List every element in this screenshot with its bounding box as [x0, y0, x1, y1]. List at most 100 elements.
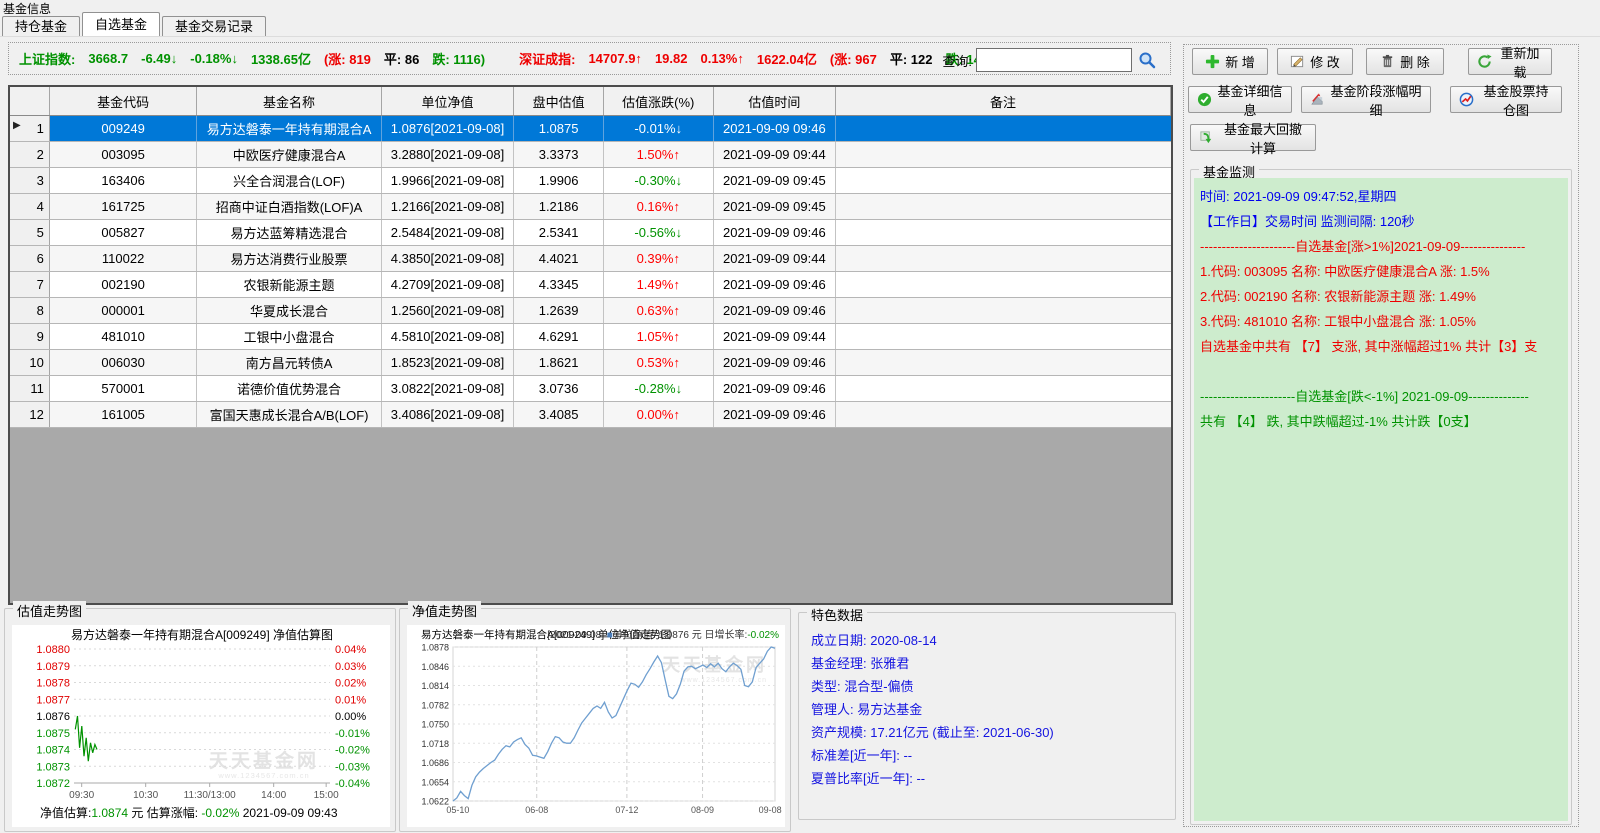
svg-text:1.0622: 1.0622 — [421, 797, 449, 807]
column-header-estimate-time[interactable]: 估值时间 — [714, 87, 837, 115]
index-info-bar: 上证指数: 3668.7 -6.49↓ -0.18%↓ 1338.65亿 (涨:… — [8, 42, 1171, 75]
svg-text:1.0782: 1.0782 — [421, 700, 449, 710]
svg-text:1.0718: 1.0718 — [421, 739, 449, 749]
monitor-line: 【工作日】交易时间 监测间隔: 120秒 — [1200, 214, 1415, 229]
reload-button[interactable]: 重新加载 — [1468, 46, 1552, 80]
column-header-row-selector[interactable] — [10, 87, 50, 115]
remark-cell — [836, 220, 1171, 245]
modify-fund-button[interactable]: 修 改 — [1277, 48, 1353, 75]
column-header-estimate-change[interactable]: 估值涨跌(%) — [604, 87, 714, 115]
tab-watchlist-funds[interactable]: 自选基金 — [82, 12, 161, 36]
sz-index-value: 14707.9↑ — [588, 51, 642, 66]
table-row[interactable]: 7 002190 农银新能源主题 4.2709[2021-09-08] 4.33… — [10, 272, 1171, 298]
query-input[interactable] — [976, 48, 1132, 72]
estimate-time-cell: 2021-09-09 09:46 — [714, 298, 837, 323]
column-header-unit-nav[interactable]: 单位净值 — [382, 87, 515, 115]
table-row[interactable]: 4 161725 招商中证白酒指数(LOF)A 1.2166[2021-09-0… — [10, 194, 1171, 220]
fund-name-cell: 诺德价值优势混合 — [197, 376, 382, 401]
row-selector-cell[interactable]: 9 — [10, 324, 50, 349]
holdings-chart-icon — [1459, 92, 1474, 107]
estimate-time-cell: 2021-09-09 09:46 — [714, 220, 837, 245]
fund-name-cell: 农银新能源主题 — [197, 272, 382, 297]
intraday-estimate-cell: 1.2186 — [514, 194, 604, 219]
tab-holding-funds[interactable]: 持仓基金 — [2, 16, 81, 36]
fund-stage-gain-label: 基金阶段涨幅明细 — [1330, 83, 1422, 118]
row-selector-cell[interactable]: ▶ 1 — [10, 116, 50, 141]
fund-code-cell: 481010 — [50, 324, 198, 349]
row-selector-cell[interactable]: 8 — [10, 298, 50, 323]
monitor-line: 共有 【4】 跌, 其中跌幅超过-1% 共计跌【0支】 — [1200, 414, 1477, 429]
estimate-change-cell: -0.30%↓ — [604, 168, 714, 193]
svg-text:06-08: 06-08 — [525, 805, 548, 815]
row-selector-cell[interactable]: 12 — [10, 402, 50, 427]
row-selector-cell[interactable]: 5 — [10, 220, 50, 245]
column-header-fund-code[interactable]: 基金代码 — [50, 87, 198, 115]
table-row[interactable]: 9 481010 工银中小盘混合 4.5810[2021-09-08] 4.62… — [10, 324, 1171, 350]
estimate-change-cell: 0.53%↑ — [604, 350, 714, 375]
fund-code-cell: 009249 — [49, 116, 198, 141]
row-selector-cell[interactable]: 11 — [10, 376, 50, 401]
stage-chart-icon — [1311, 93, 1323, 105]
modify-fund-label: 修 改 — [1310, 55, 1340, 70]
table-row[interactable]: 8 000001 华夏成长混合 1.2560[2021-09-08] 1.263… — [10, 298, 1171, 324]
fund-code-cell: 002190 — [50, 272, 198, 297]
estimate-time-cell: 2021-09-09 09:44 — [714, 142, 837, 167]
fund-stage-gain-button[interactable]: 基金阶段涨幅明细 — [1301, 84, 1431, 118]
table-row[interactable]: 12 161005 富国天惠成长混合A/B(LOF) 3.4086[2021-0… — [10, 402, 1171, 428]
estimate-time-cell: 2021-09-09 09:46 — [714, 402, 837, 427]
svg-text:1.0878: 1.0878 — [421, 643, 449, 653]
remark-cell — [836, 142, 1171, 167]
delete-fund-button[interactable]: 删 除 — [1366, 48, 1444, 75]
table-row[interactable]: 3 163406 兴全合润混合(LOF) 1.9966[2021-09-08] … — [10, 168, 1171, 194]
estimation-chart-group: 估值走势图 易方达磐泰一年持有期混合A[009249] 净值估算图 天天基金网 ww… — [4, 601, 396, 832]
feature-data-list: 成立日期: 2020-08-14 基金经理: 张雅君 类型: 混合型-偏债 管理人: … — [811, 629, 1167, 790]
svg-text:1.0875: 1.0875 — [36, 728, 70, 740]
remark-cell — [836, 194, 1171, 219]
svg-text:[2021-09-08] ■单位净值: 1.0876 元: [2021-09-08] ■单位净值: 1.0876 元 日增长率:-0.02% — [547, 628, 779, 641]
fund-holdings-chart-button[interactable]: 基金股票持仓图 — [1450, 84, 1562, 118]
table-row[interactable]: 10 006030 南方昌元转债A 1.8523[2021-09-08] 1.8… — [10, 350, 1171, 376]
estimate-change-cell: 0.16%↑ — [604, 194, 714, 219]
tab-trade-records[interactable]: 基金交易记录 — [162, 16, 267, 36]
row-selector-cell[interactable]: 4 — [10, 194, 50, 219]
feature-line: 类型: 混合型-偏债 — [811, 679, 914, 694]
svg-text:14:00: 14:00 — [261, 790, 286, 801]
intraday-estimate-cell: 3.0736 — [514, 376, 604, 401]
intraday-estimate-cell: 4.3345 — [514, 272, 604, 297]
fund-max-drawdown-button[interactable]: 基金最大回撤计算 — [1190, 122, 1316, 156]
svg-text:11:30/13:00: 11:30/13:00 — [184, 790, 237, 801]
fund-detail-button[interactable]: 基金详细信息 — [1188, 84, 1292, 118]
estimate-time-cell: 2021-09-09 09:46 — [714, 350, 837, 375]
svg-text:09:30: 09:30 — [69, 790, 94, 801]
table-row[interactable]: ▶ 1 009249 易方达磐泰一年持有期混合A 1.0876[2021-09-0… — [10, 116, 1171, 142]
table-row[interactable]: 2 003095 中欧医疗健康混合A 3.2880[2021-09-08] 3.… — [10, 142, 1171, 168]
estimate-change-cell: 0.39%↑ — [604, 246, 714, 271]
intraday-estimate-cell: 1.8621 — [514, 350, 604, 375]
intraday-estimate-cell: 1.0875 — [514, 116, 604, 141]
table-row[interactable]: 11 570001 诺德价值优势混合 3.0822[2021-09-08] 3.… — [10, 376, 1171, 402]
svg-text:1.0750: 1.0750 — [421, 720, 449, 730]
row-selector-cell[interactable]: 6 — [10, 246, 50, 271]
add-fund-label: 新 增 — [1225, 55, 1255, 70]
row-selector-cell[interactable]: 7 — [10, 272, 50, 297]
svg-text:1.0874: 1.0874 — [36, 745, 70, 757]
search-icon[interactable] — [1138, 51, 1156, 69]
column-header-fund-name[interactable]: 基金名称 — [197, 87, 382, 115]
unit-nav-cell: 3.2880[2021-09-08] — [382, 142, 515, 167]
add-fund-button[interactable]: 新 增 — [1192, 48, 1268, 75]
sh-index-pct: -0.18%↓ — [190, 51, 238, 66]
svg-text:0.01%: 0.01% — [335, 694, 366, 706]
intraday-estimate-cell: 1.9906 — [514, 168, 604, 193]
row-selector-cell[interactable]: 10 — [10, 350, 50, 375]
svg-text:净值估算:1.0874 元 估算涨幅: -0.02% 202: 净值估算:1.0874 元 估算涨幅: -0.02% 2021-09-09 09… — [40, 805, 338, 820]
unit-nav-cell: 2.5484[2021-09-08] — [382, 220, 515, 245]
column-header-intraday-estimate[interactable]: 盘中估值 — [514, 87, 604, 115]
column-header-remark[interactable]: 备注 — [836, 87, 1171, 115]
row-selector-cell[interactable]: 2 — [10, 142, 50, 167]
svg-text:1.0654: 1.0654 — [421, 777, 449, 787]
monitor-line: 1.代码: 003095 名称: 中欧医疗健康混合A 涨: 1.5% — [1200, 264, 1490, 279]
remark-cell — [836, 246, 1171, 271]
row-selector-cell[interactable]: 3 — [10, 168, 50, 193]
table-row[interactable]: 6 110022 易方达消费行业股票 4.3850[2021-09-08] 4.… — [10, 246, 1171, 272]
table-row[interactable]: 5 005827 易方达蓝筹精选混合 2.5484[2021-09-08] 2.… — [10, 220, 1171, 246]
